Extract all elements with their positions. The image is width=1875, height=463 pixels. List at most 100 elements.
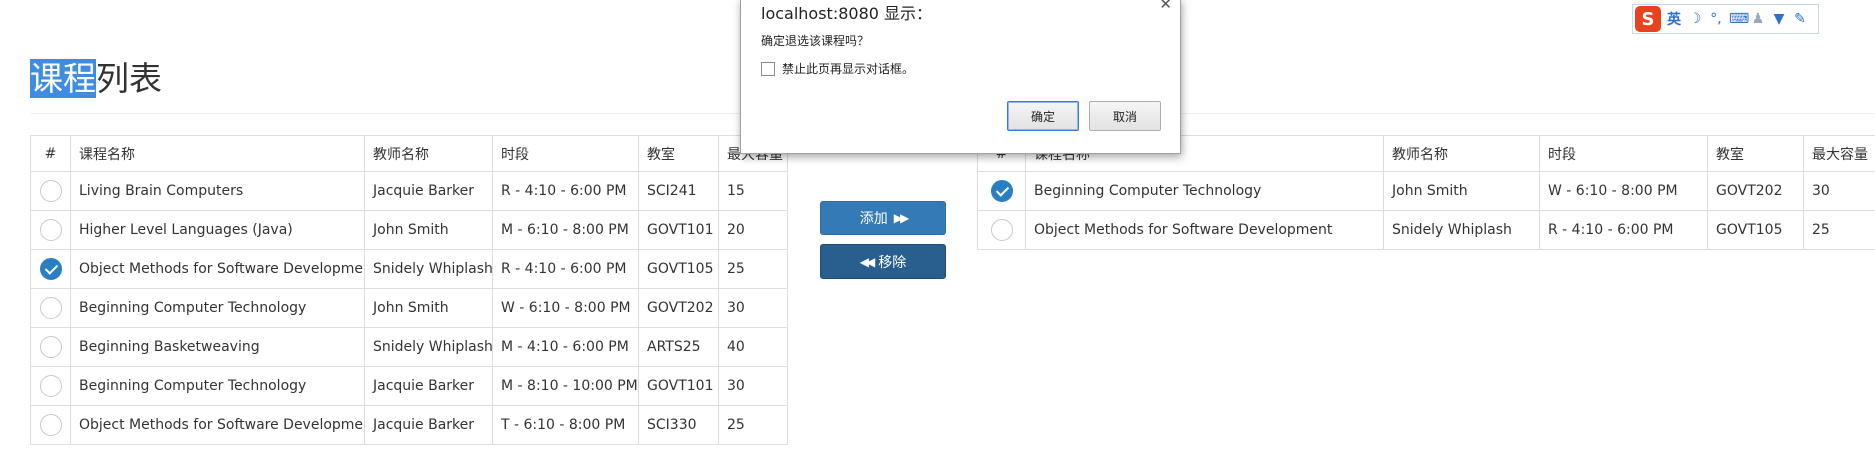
column-header-index: # (30, 135, 71, 172)
course-name-cell: Beginning Basketweaving (70, 327, 365, 367)
keyboard-icon[interactable]: ⌨ (1729, 11, 1749, 27)
row-select-radio-checked[interactable] (39, 258, 62, 280)
table-row[interactable]: Higher Level Languages (Java) John Smith M… (30, 210, 788, 250)
teacher-name-cell: Snidely Whiplash (364, 249, 493, 289)
teacher-name-cell: Snidely Whiplash (1383, 210, 1540, 250)
row-select-cell[interactable] (30, 210, 71, 250)
teacher-name-cell: John Smith (364, 288, 493, 328)
course-name-cell: Beginning Computer Technology (70, 288, 365, 328)
table-row[interactable]: Object Methods for Software Development J… (30, 405, 788, 445)
capacity-cell: 30 (718, 366, 788, 406)
skin-icon[interactable]: ▼ (1771, 11, 1787, 27)
column-header-course[interactable]: 课程名称 (70, 135, 365, 172)
row-select-cell[interactable] (30, 366, 71, 406)
row-select-cell[interactable] (30, 249, 71, 289)
column-header-teacher[interactable]: 教师名称 (1383, 135, 1540, 172)
room-cell: GOVT105 (1707, 210, 1804, 250)
course-name-cell: Object Methods for Software Development (70, 405, 365, 445)
row-select-cell[interactable] (30, 327, 71, 367)
row-select-cell[interactable] (30, 405, 71, 445)
time-slot-cell: M - 6:10 - 8:00 PM (492, 210, 639, 250)
capacity-cell: 30 (718, 288, 788, 328)
course-name-cell: Object Methods for Software Development (70, 249, 365, 289)
room-cell: SCI330 (638, 405, 719, 445)
table-row[interactable]: Beginning Basketweaving Snidely Whiplash M… (30, 327, 788, 367)
teacher-name-cell: Jacquie Barker (364, 405, 493, 445)
course-name-cell: Higher Level Languages (Java) (70, 210, 365, 250)
column-header-room[interactable]: 教室 (1707, 135, 1804, 172)
row-select-cell[interactable] (30, 171, 71, 211)
row-select-radio[interactable] (990, 219, 1013, 241)
table-row[interactable]: Object Methods for Software Development S… (977, 210, 1875, 250)
room-cell: GOVT105 (638, 249, 719, 289)
time-slot-cell: R - 4:10 - 6:00 PM (492, 171, 639, 211)
dialog-title: localhost:8080 显示： (761, 4, 933, 23)
wrench-icon[interactable]: ✎ (1792, 11, 1808, 27)
time-slot-cell: T - 6:10 - 8:00 PM (492, 405, 639, 445)
row-select-radio[interactable] (39, 375, 62, 397)
table-row[interactable]: Living Brain Computers Jacquie Barker R - … (30, 171, 788, 211)
capacity-cell: 40 (718, 327, 788, 367)
table-row[interactable]: Beginning Computer Technology John Smith W… (30, 288, 788, 328)
sogou-logo-icon[interactable]: S (1635, 6, 1661, 32)
table-row[interactable]: Object Methods for Software Development S… (30, 249, 788, 289)
user-icon[interactable]: ♟ (1750, 11, 1766, 27)
course-name-cell: Living Brain Computers (70, 171, 365, 211)
row-select-cell[interactable] (30, 288, 71, 328)
time-slot-cell: R - 4:10 - 6:00 PM (1539, 210, 1708, 250)
column-header-teacher[interactable]: 教师名称 (364, 135, 493, 172)
room-cell: GOVT202 (1707, 171, 1804, 211)
ime-language-toggle[interactable]: 英 (1666, 9, 1682, 29)
column-header-capacity[interactable]: 最大容量 (1803, 135, 1875, 172)
remove-course-button[interactable]: ◀◀ 移除 (820, 244, 946, 279)
page-title: 课程列表 (30, 58, 162, 100)
add-course-button[interactable]: 添加 ▶▶ (820, 201, 946, 235)
room-cell: ARTS25 (638, 327, 719, 367)
row-select-cell[interactable] (977, 210, 1026, 250)
column-header-time[interactable]: 时段 (1539, 135, 1708, 172)
suppress-dialog-option[interactable]: 禁止此页再显示对话框。 (761, 60, 914, 77)
row-select-radio[interactable] (39, 297, 62, 319)
moon-icon[interactable]: ☽ (1687, 11, 1703, 27)
capacity-cell: 30 (1803, 171, 1875, 211)
course-name-cell: Beginning Computer Technology (1025, 171, 1384, 211)
column-header-time[interactable]: 时段 (492, 135, 639, 172)
dialog-ok-button[interactable]: 确定 (1007, 101, 1079, 131)
row-select-radio[interactable] (39, 414, 62, 436)
time-slot-cell: R - 4:10 - 6:00 PM (492, 249, 639, 289)
time-slot-cell: M - 8:10 - 10:00 PM (492, 366, 639, 406)
teacher-name-cell: Snidely Whiplash (364, 327, 493, 367)
row-select-radio[interactable] (39, 219, 62, 241)
room-cell: GOVT202 (638, 288, 719, 328)
capacity-cell: 20 (718, 210, 788, 250)
column-header-room[interactable]: 教室 (638, 135, 719, 172)
table-row[interactable]: Beginning Computer Technology Jacquie Bar… (30, 366, 788, 406)
close-icon[interactable]: ✕ (1159, 0, 1172, 13)
confirm-dialog: localhost:8080 显示： ✕ 确定退选该课程吗？ 禁止此页再显示对话… (740, 0, 1181, 154)
teacher-name-cell: John Smith (1383, 171, 1540, 211)
suppress-dialog-checkbox[interactable] (761, 61, 775, 76)
capacity-cell: 25 (718, 249, 788, 289)
double-right-arrow-icon: ▶▶ (893, 211, 910, 225)
time-slot-cell: W - 6:10 - 8:00 PM (1539, 171, 1708, 211)
room-cell: SCI241 (638, 171, 719, 211)
remove-button-label: 移除 (878, 254, 907, 271)
room-cell: GOVT101 (638, 210, 719, 250)
capacity-cell: 25 (1803, 210, 1875, 250)
row-select-cell[interactable] (977, 171, 1026, 211)
capacity-cell: 15 (718, 171, 788, 211)
dialog-message: 确定退选该课程吗？ (761, 34, 870, 48)
table-header-row: # 课程名称 教师名称 时段 教室 最大容量 (30, 135, 788, 172)
page-title-selected: 课程 (30, 59, 96, 98)
page-title-rest: 列表 (96, 59, 162, 98)
ime-toolbar: S 英 ☽ °, ⌨ ♟ ▼ ✎ (1632, 4, 1819, 34)
time-slot-cell: M - 4:10 - 6:00 PM (492, 327, 639, 367)
punctuation-icon[interactable]: °, (1708, 11, 1724, 27)
row-select-radio-checked[interactable] (990, 180, 1013, 202)
row-select-radio[interactable] (39, 180, 62, 202)
row-select-radio[interactable] (39, 336, 62, 358)
suppress-dialog-label: 禁止此页再显示对话框。 (782, 62, 915, 76)
room-cell: GOVT101 (638, 366, 719, 406)
table-row[interactable]: Beginning Computer Technology John Smith W… (977, 171, 1875, 211)
dialog-cancel-button[interactable]: 取消 (1089, 101, 1161, 131)
